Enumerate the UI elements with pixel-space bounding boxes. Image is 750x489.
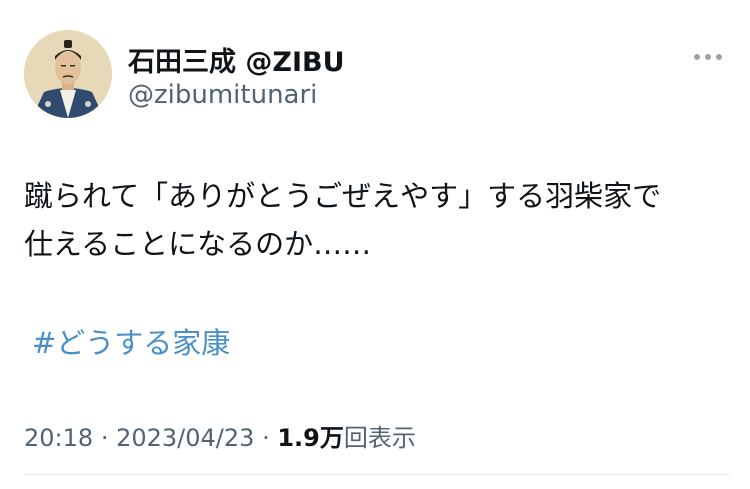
more-options-icon[interactable] [690, 50, 726, 66]
display-name[interactable]: 石田三成 @ZIBU [128, 40, 345, 79]
samurai-portrait-icon [24, 30, 112, 118]
tweet-time[interactable]: 20:18 [24, 424, 93, 452]
meta-separator: · [100, 424, 109, 452]
avatar[interactable] [24, 30, 112, 118]
meta-separator: · [262, 424, 270, 452]
user-handle[interactable]: @zibumitunari [128, 80, 317, 110]
views-label: 回表示 [343, 424, 416, 452]
tweet-text-line: 仕えることになるのか…… [24, 227, 372, 261]
tweet-metadata: 20:18 · 2023/04/23 · 1.9万回表示 [24, 418, 416, 453]
tweet-date[interactable]: 2023/04/23 [116, 424, 254, 452]
hashtag-link[interactable]: #どうする家康 [32, 320, 230, 362]
tweet-text: 蹴られて「ありがとうごぜえやす」する羽柴家で 仕えることになるのか…… [24, 172, 730, 268]
tweet-text-line: 蹴られて「ありがとうごぜえやす」する羽柴家で [24, 179, 662, 213]
divider [24, 474, 730, 475]
views-count: 1.9万 [277, 424, 344, 452]
